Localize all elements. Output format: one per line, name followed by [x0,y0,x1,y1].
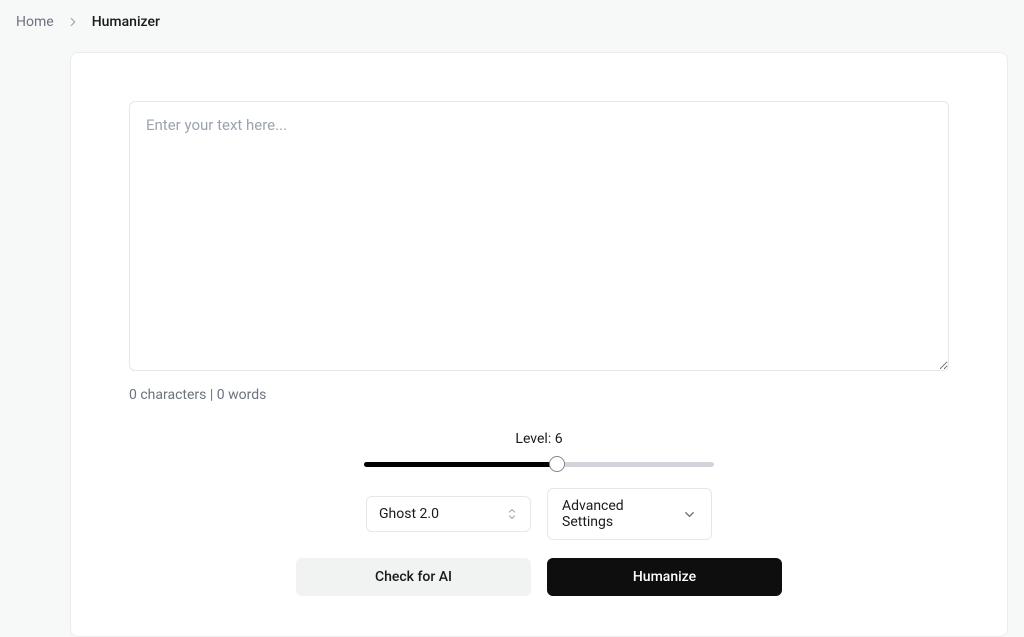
character-count: 0 characters | 0 words [129,387,949,403]
humanize-button[interactable]: Humanize [547,558,782,596]
text-input[interactable] [129,101,949,371]
chevron-down-icon [682,507,697,522]
chevron-right-icon [66,15,80,29]
advanced-settings-button[interactable]: Advanced Settings [547,488,712,540]
level-label: Level: 6 [515,431,562,447]
main-card: 0 characters | 0 words Level: 6 Ghost 2.… [70,52,1008,637]
select-chevron-icon [506,507,518,521]
level-prefix: Level: [515,431,554,447]
options-row: Ghost 2.0 Advanced Settings [366,488,712,540]
model-select[interactable]: Ghost 2.0 [366,496,531,532]
level-slider[interactable] [364,454,714,474]
action-row: Check for AI Humanize [296,558,782,596]
check-ai-button[interactable]: Check for AI [296,558,531,596]
level-value: 6 [555,431,563,447]
controls: Level: 6 Ghost 2.0 Advanced Settings [129,431,949,596]
breadcrumb-home[interactable]: Home [16,14,54,30]
breadcrumb-current: Humanizer [92,14,160,30]
slider-thumb[interactable] [549,456,565,472]
slider-fill [364,462,557,467]
advanced-settings-label: Advanced Settings [562,498,674,530]
model-select-value: Ghost 2.0 [379,506,439,522]
breadcrumb: Home Humanizer [0,0,1024,44]
